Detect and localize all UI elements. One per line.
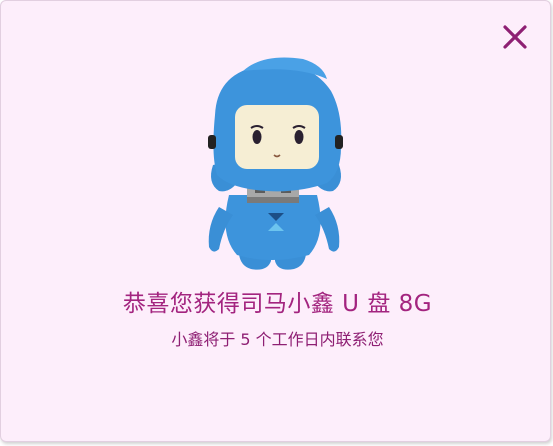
close-icon	[503, 25, 527, 49]
usb-mascot-image	[181, 45, 371, 285]
close-button[interactable]	[499, 21, 531, 53]
prize-title: 恭喜您获得司马小鑫 U 盘 8G	[122, 291, 433, 317]
contact-notice: 小鑫将于 5 个工作日内联系您	[171, 330, 384, 349]
prize-dialog: 恭喜您获得司马小鑫 U 盘 8G 小鑫将于 5 个工作日内联系您	[0, 0, 551, 442]
